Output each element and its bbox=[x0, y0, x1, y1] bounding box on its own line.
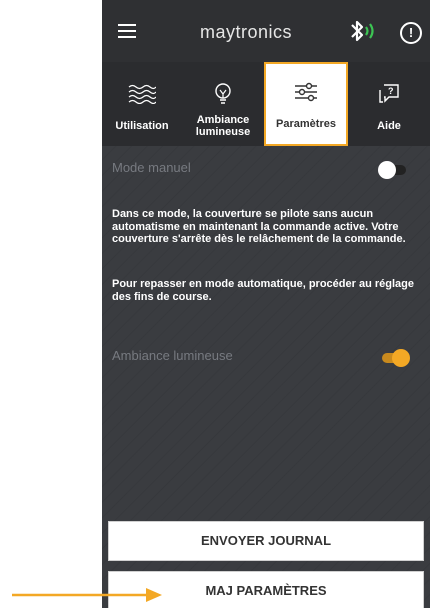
app-logo: maytronics bbox=[200, 22, 293, 42]
svg-text:?: ? bbox=[388, 86, 394, 96]
hamburger-menu-icon[interactable] bbox=[118, 24, 136, 38]
alert-info-icon[interactable]: ! bbox=[400, 22, 422, 44]
top-bar: maytronics ! bbox=[102, 0, 430, 62]
waves-icon bbox=[128, 84, 156, 104]
tab-ambiance-lumineuse[interactable]: Ambiance lumineuse bbox=[182, 62, 264, 146]
send-log-button[interactable]: ENVOYER JOURNAL bbox=[108, 521, 424, 561]
manual-mode-toggle[interactable] bbox=[378, 161, 406, 179]
phone-screen: maytronics ! Utilisation Ambiance lumine… bbox=[102, 0, 430, 608]
help-icon: ? bbox=[379, 84, 399, 103]
tab-utilisation[interactable]: Utilisation bbox=[102, 62, 182, 146]
tab-parametres[interactable]: Paramètres bbox=[264, 62, 348, 146]
sliders-icon bbox=[295, 82, 317, 102]
tab-aide[interactable]: ? Aide bbox=[348, 62, 430, 146]
bluetooth-icon[interactable] bbox=[348, 18, 384, 44]
ambiance-label: Ambiance lumineuse bbox=[112, 348, 233, 363]
ambiance-toggle-knob bbox=[392, 349, 410, 367]
settings-panel: Mode manuel Dans ce mode, la couverture … bbox=[102, 146, 430, 608]
ambiance-toggle[interactable] bbox=[382, 349, 410, 367]
tab-parametres-label: Paramètres bbox=[276, 118, 336, 130]
tab-utilisation-label: Utilisation bbox=[115, 120, 169, 132]
manual-mode-toggle-knob bbox=[378, 161, 396, 179]
tab-ambiance-label: Ambiance lumineuse bbox=[195, 114, 251, 138]
auto-mode-hint: Pour repasser en mode automatique, procé… bbox=[112, 278, 414, 303]
manual-mode-description: Dans ce mode, la couverture se pilote sa… bbox=[112, 208, 406, 245]
tab-aide-label: Aide bbox=[377, 120, 401, 132]
tab-bar: Utilisation Ambiance lumineuse Paramètre… bbox=[102, 62, 430, 146]
manual-mode-label: Mode manuel bbox=[112, 160, 191, 175]
bulb-icon bbox=[215, 83, 231, 104]
annotation-arrow-icon bbox=[12, 588, 162, 602]
